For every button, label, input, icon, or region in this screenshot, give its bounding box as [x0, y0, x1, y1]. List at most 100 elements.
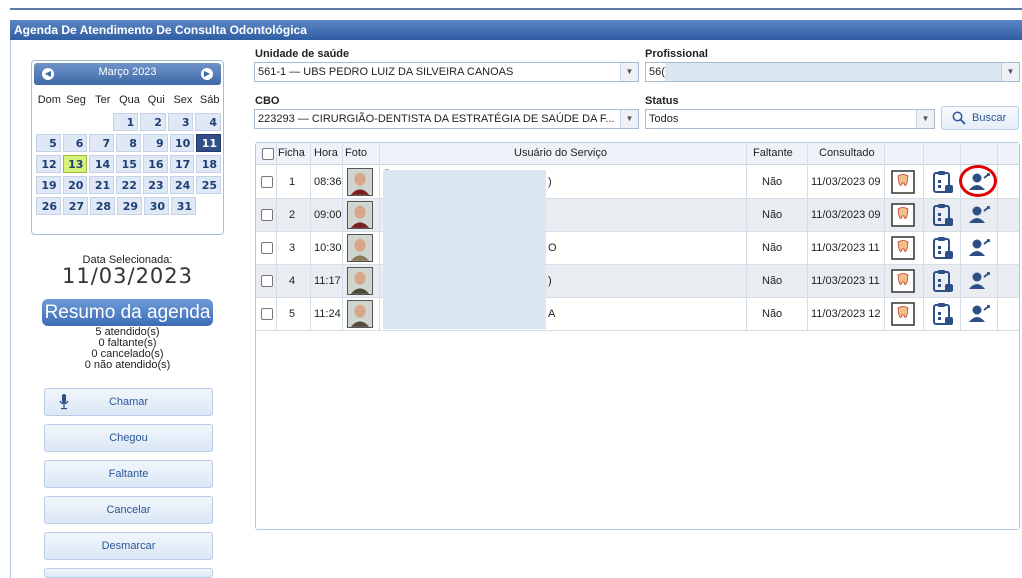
calendar-day[interactable]: 9: [142, 134, 168, 152]
calendar-day[interactable]: 27: [63, 197, 88, 215]
calendar-day[interactable]: 7: [89, 134, 115, 152]
row-checkbox[interactable]: [261, 275, 273, 287]
hora-cell: 11:24: [314, 308, 341, 320]
call-patient-icon[interactable]: [967, 302, 991, 326]
column-divider: [310, 143, 311, 330]
calendar-day[interactable]: 26: [36, 197, 61, 215]
clipboard-icon[interactable]: [930, 269, 954, 293]
odontogram-icon[interactable]: [891, 236, 915, 260]
calendar-week: 19 20 21 22 23 24 25: [36, 176, 223, 194]
calendar-day[interactable]: 21: [89, 176, 115, 194]
calendar-header: ◀ Março 2023 ▶: [34, 63, 221, 85]
status-select[interactable]: Todos ▼: [645, 109, 935, 129]
calendar-day[interactable]: 28: [90, 197, 115, 215]
row-checkbox[interactable]: [261, 209, 273, 221]
odontogram-icon[interactable]: [891, 170, 915, 194]
row-checkbox[interactable]: [261, 242, 273, 254]
calendar-week: 12 13 14 15 16 17 18: [36, 155, 223, 173]
column-divider: [746, 143, 747, 330]
table-header: Ficha Hora Foto Usuário do Serviço Falta…: [256, 143, 1019, 165]
chegou-button[interactable]: Chegou: [44, 424, 213, 452]
next-month-icon[interactable]: ▶: [201, 68, 213, 80]
hora-cell: 10:30: [314, 242, 342, 254]
clipboard-icon[interactable]: [930, 236, 954, 260]
calendar-day[interactable]: 23: [142, 176, 168, 194]
calendar-day[interactable]: 3: [167, 113, 194, 131]
ficha-cell: 2: [289, 209, 296, 221]
calendar-day[interactable]: 20: [62, 176, 88, 194]
consultado-cell: 11/03/2023 09: [811, 209, 881, 221]
calendar-day[interactable]: 11: [196, 134, 222, 152]
row-checkbox[interactable]: [261, 308, 273, 320]
call-patient-icon[interactable]: [967, 236, 991, 260]
calendar-day[interactable]: 13: [62, 155, 88, 173]
column-divider: [997, 143, 998, 330]
clipboard-icon[interactable]: [930, 170, 954, 194]
calendar-day[interactable]: 1: [112, 113, 139, 131]
odontogram-icon[interactable]: [891, 269, 915, 293]
status-label: Status: [645, 95, 679, 107]
faltante-cell: Não: [762, 242, 783, 254]
table-row[interactable]: 310:30AONão11/03/2023 11: [256, 232, 1019, 265]
calendar-empty-cell: [36, 113, 60, 131]
status-value: Todos: [649, 113, 679, 125]
redacted-area: [665, 63, 1001, 81]
column-divider: [923, 143, 924, 330]
calendar-day[interactable]: 6: [62, 134, 88, 152]
odontogram-icon[interactable]: [891, 203, 915, 227]
chevron-down-icon: ▼: [620, 110, 638, 128]
calendar-day[interactable]: 19: [36, 176, 61, 194]
cbo-select[interactable]: 223293 — CIRURGIÃO-DENTISTA DA ESTRATÉGI…: [254, 109, 639, 129]
select-all-checkbox[interactable]: [262, 148, 274, 160]
unidade-select[interactable]: 561-1 — UBS PEDRO LUIZ DA SILVEIRA CANOA…: [254, 62, 639, 82]
table-row[interactable]: 411:17V)Não11/03/2023 11: [256, 265, 1019, 298]
header-foto: Foto: [345, 147, 368, 159]
calendar-day[interactable]: 10: [169, 134, 195, 152]
calendar-day[interactable]: 25: [196, 176, 222, 194]
cancelar-button[interactable]: Cancelar: [44, 496, 213, 524]
calendar-day[interactable]: 12: [36, 155, 61, 173]
usuario-suffix: ): [548, 176, 552, 188]
calendar-day[interactable]: 4: [195, 113, 222, 131]
chevron-down-icon: ▼: [620, 63, 638, 81]
column-divider: [807, 143, 808, 330]
calendar-day[interactable]: 22: [116, 176, 141, 194]
hora-cell: 08:36: [314, 176, 342, 188]
desmarcar-button[interactable]: Desmarcar: [44, 532, 213, 560]
chamar-button[interactable]: Chamar: [44, 388, 213, 416]
window-title: Agenda De Atendimento De Consulta Odonto…: [10, 20, 1022, 40]
calendar-day[interactable]: 16: [142, 155, 168, 173]
patient-photo: [347, 168, 373, 196]
table-row[interactable]: 209:00SNão11/03/2023 09: [256, 199, 1019, 232]
calendar-day[interactable]: 31: [171, 197, 196, 215]
calendar-day[interactable]: 2: [140, 113, 166, 131]
resumo-agenda-button[interactable]: Resumo da agenda: [42, 299, 213, 326]
calendar-day[interactable]: 14: [89, 155, 115, 173]
calendar-day[interactable]: 30: [144, 197, 169, 215]
call-patient-icon[interactable]: [967, 203, 991, 227]
row-checkbox[interactable]: [261, 176, 273, 188]
resumo-line: 0 não atendido(s): [84, 359, 171, 371]
clipboard-icon[interactable]: [930, 302, 954, 326]
calendar-day[interactable]: 24: [169, 176, 195, 194]
calendar-days: 1 2 3 4 5 6 7 8 9 10 11 12 13 14 15 16 17 18 19 20 21 22 23 24 2…: [36, 113, 223, 218]
call-patient-icon[interactable]: [967, 269, 991, 293]
calendar-day[interactable]: 18: [196, 155, 222, 173]
column-divider: [960, 143, 961, 330]
odontogram-icon[interactable]: [891, 302, 915, 326]
buscar-button[interactable]: Buscar: [941, 106, 1019, 130]
calendar-day[interactable]: 15: [116, 155, 141, 173]
next-action-button[interactable]: [44, 568, 213, 578]
table-row[interactable]: 511:24FANão11/03/2023 12: [256, 298, 1019, 331]
clipboard-icon[interactable]: [930, 203, 954, 227]
calendar-day[interactable]: 8: [116, 134, 141, 152]
faltante-button[interactable]: Faltante: [44, 460, 213, 488]
calendar-day[interactable]: 5: [36, 134, 61, 152]
calendar-day[interactable]: 29: [117, 197, 142, 215]
hora-cell: 11:17: [314, 275, 341, 287]
table-row[interactable]: 108:36S)Não11/03/2023 09: [256, 166, 1019, 199]
prev-month-icon[interactable]: ◀: [42, 68, 54, 80]
calendar-empty-cell: [87, 113, 111, 131]
calendar-day[interactable]: 17: [169, 155, 195, 173]
calendar: ◀ Março 2023 ▶ Dom Seg Ter Qua Qui Sex S…: [31, 60, 224, 235]
